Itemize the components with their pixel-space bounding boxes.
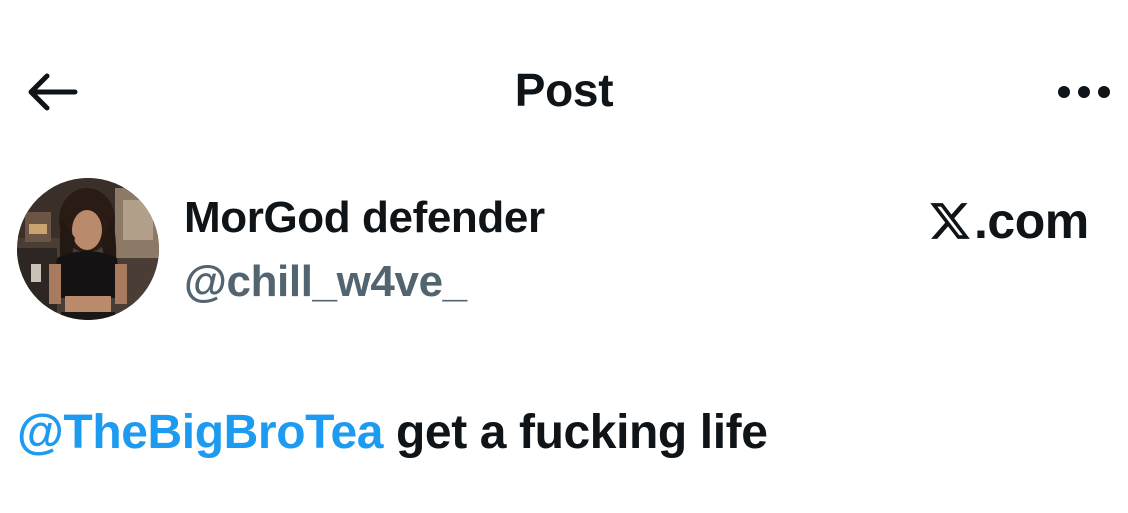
brand-suffix: .com [974, 193, 1089, 249]
brand-watermark: .com [928, 194, 1112, 248]
avatar[interactable] [17, 178, 159, 320]
x-logo-icon [930, 203, 970, 239]
post-text: @TheBigBroTea get a fucking life [17, 404, 768, 462]
author-display-name[interactable]: MorGod defender [184, 192, 545, 244]
author-handle[interactable]: @chill_w4ve_ [184, 256, 467, 308]
more-button[interactable] [1052, 72, 1116, 112]
page-title: Post [514, 64, 614, 116]
post-mention-link[interactable]: @TheBigBroTea [17, 406, 383, 459]
more-horizontal-icon [1058, 86, 1110, 98]
post-body: get a fucking life [383, 406, 768, 459]
